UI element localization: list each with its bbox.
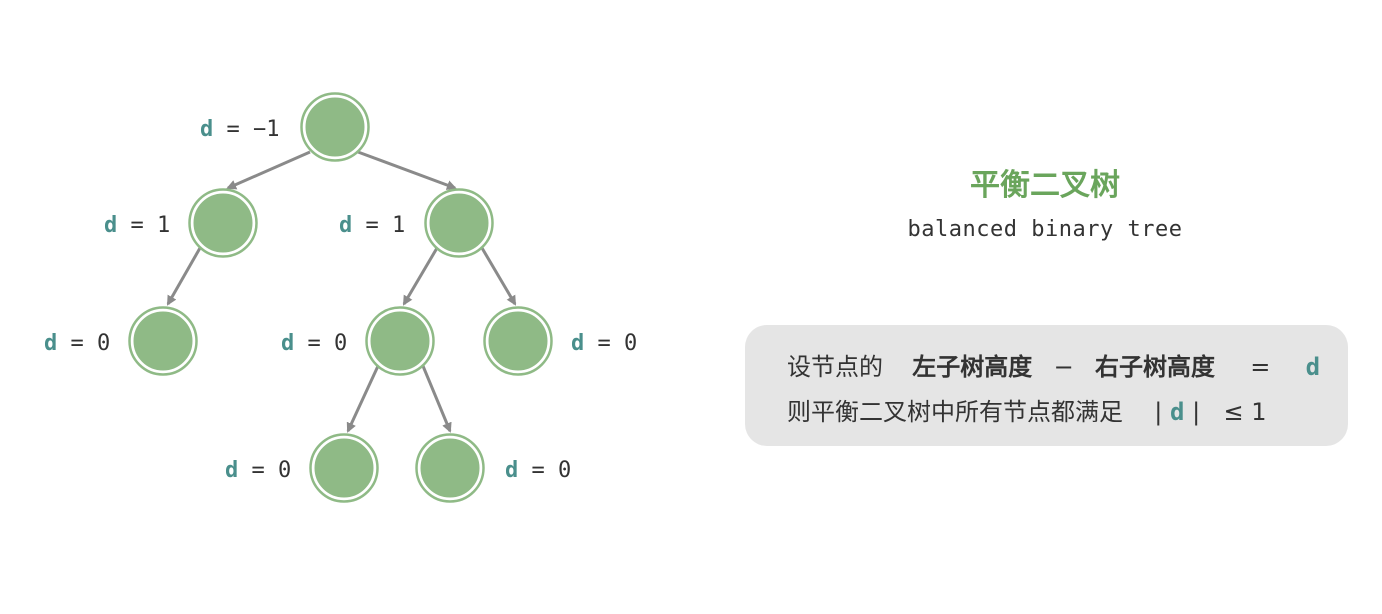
edge-root-right (357, 150, 457, 190)
minus-sign: − (1053, 353, 1074, 381)
diagram-subtitle: balanced binary tree (907, 217, 1183, 242)
label-left: d = 1 (104, 213, 170, 238)
equals-sign: = (1250, 353, 1271, 381)
d-variable-abs: d (1170, 398, 1185, 426)
node-right (424, 188, 494, 258)
balanced-binary-tree-diagram: d = −1 d = 1 d = 1 d = 0 d = 0 d = 0 d =… (44, 92, 637, 503)
node-left-left (128, 306, 198, 376)
label-root: d = −1 (200, 117, 279, 142)
label-right-left-right: d = 0 (505, 458, 571, 483)
node-root (300, 92, 370, 162)
edge-right-rightleft (402, 247, 439, 306)
diagram-title: 平衡二叉树 (970, 168, 1120, 203)
d-variable: d (1305, 353, 1321, 381)
edge-right-rightright (480, 247, 517, 306)
definition-box: 设节点的 左子树高度 − 右子树高度 = d 则平衡二叉树中所有节点都满足 | … (745, 325, 1348, 446)
definition-line-2: 则平衡二叉树中所有节点都满足 | d | ≤ 1 (787, 392, 1267, 427)
node-right-left (365, 306, 435, 376)
le-one: ≤ 1 (1223, 398, 1267, 426)
line1-prefix: 设节点的 (787, 353, 883, 381)
edge-root-left (226, 150, 311, 190)
node-right-left-left (309, 433, 379, 503)
label-left-left: d = 0 (44, 331, 110, 356)
node-left (188, 188, 258, 258)
abs-bar-close: | (1192, 398, 1201, 426)
node-right-right (483, 306, 553, 376)
definition-line-1: 设节点的 左子树高度 − 右子树高度 = d (787, 347, 1320, 382)
label-right-left: d = 0 (281, 331, 347, 356)
label-right-left-left: d = 0 (225, 458, 291, 483)
edge-rightleft-rll (346, 365, 380, 433)
node-right-left-right (415, 433, 485, 503)
label-right: d = 1 (339, 213, 405, 238)
edge-left-leftleft (166, 247, 202, 306)
line2-prefix: 则平衡二叉树中所有节点都满足 (787, 398, 1123, 426)
abs-bar-open: | (1154, 398, 1163, 426)
edge-rightleft-rlr (421, 365, 452, 433)
right-subtree-height: 右子树高度 (1094, 353, 1215, 381)
left-subtree-height: 左子树高度 (912, 353, 1033, 381)
label-right-right: d = 0 (571, 331, 637, 356)
